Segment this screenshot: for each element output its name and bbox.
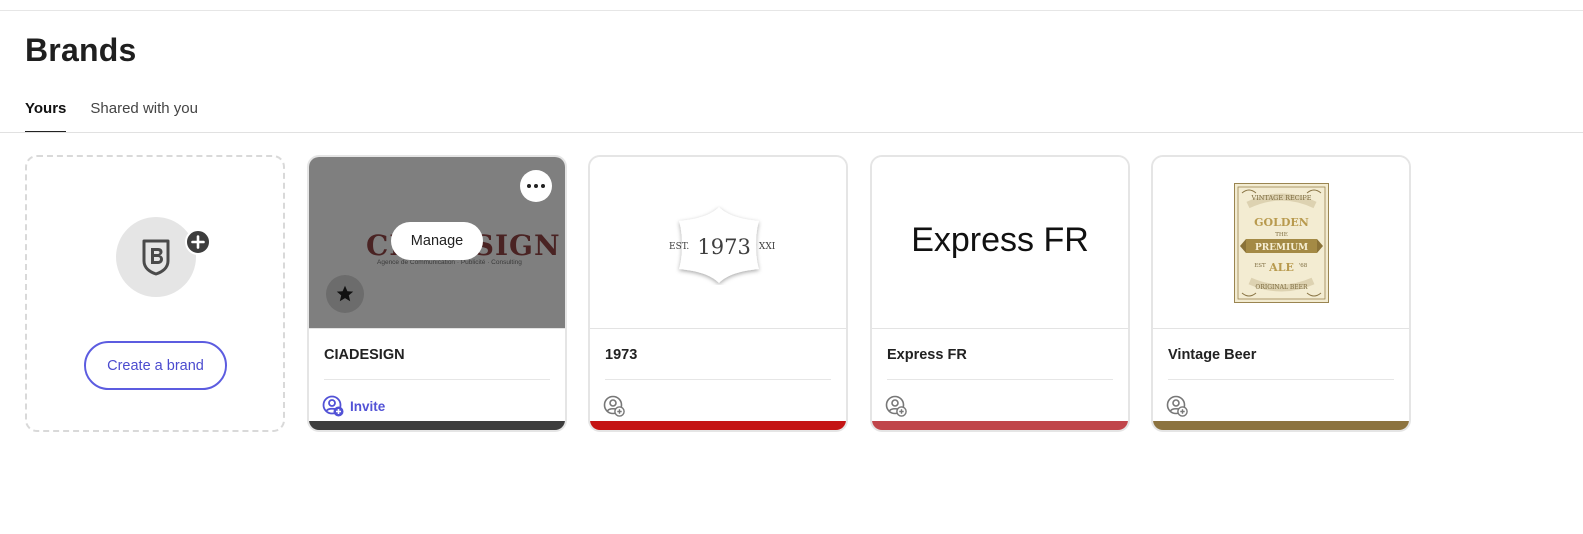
invite-button[interactable]: Invite (322, 395, 385, 417)
brand-color-bar (309, 421, 565, 430)
card-divider (1168, 379, 1394, 380)
brand-card-vintage-beer[interactable]: VINTAGE RECIPE GOLDEN THE PREMIUM EST '6… (1151, 155, 1411, 432)
create-brand-card: Create a brand (25, 155, 285, 432)
svg-text:VINTAGE RECIPE: VINTAGE RECIPE (1251, 194, 1312, 202)
brand-logo-vintage-beer: VINTAGE RECIPE GOLDEN THE PREMIUM EST '6… (1234, 183, 1329, 303)
tab-divider (0, 132, 1583, 133)
invite-button[interactable] (603, 395, 625, 417)
svg-text:ORIGINAL BEER: ORIGINAL BEER (1255, 284, 1308, 291)
svg-text:EST: EST (1254, 263, 1266, 269)
manage-button[interactable]: Manage (391, 222, 483, 260)
more-dot-icon (541, 184, 545, 188)
brand-color-bar (1153, 421, 1409, 430)
brand-logo-text: Express FR (911, 221, 1089, 259)
more-dot-icon (534, 184, 538, 188)
invite-user-icon (603, 395, 625, 417)
favorite-star-button[interactable] (326, 275, 364, 313)
brand-thumbnail[interactable]: Express FR (872, 157, 1128, 329)
top-divider (0, 10, 1583, 11)
brand-name: Express FR (887, 347, 967, 363)
tab-shared-with-you[interactable]: Shared with you (90, 96, 198, 133)
brand-card-1973[interactable]: EST. 1973 XXI 1973 (588, 155, 848, 432)
brand-thumbnail[interactable]: CIADESIGN Agence de Communication · Publ… (309, 157, 565, 329)
invite-label: Invite (350, 398, 386, 414)
brand-name: CIADESIGN (324, 347, 405, 363)
brand-name: Vintage Beer (1168, 347, 1257, 363)
invite-user-icon (1166, 395, 1188, 417)
brand-thumbnail[interactable]: VINTAGE RECIPE GOLDEN THE PREMIUM EST '6… (1153, 157, 1409, 329)
logo-year-label: 1973 (697, 235, 751, 259)
invite-button[interactable] (885, 395, 907, 417)
plus-icon (185, 229, 211, 255)
brand-color-bar (590, 421, 846, 430)
tab-bar: Yours Shared with you (25, 96, 198, 133)
logo-roman-label: XXI (758, 242, 776, 252)
invite-button[interactable] (1166, 395, 1188, 417)
tab-yours[interactable]: Yours (25, 96, 67, 133)
more-dot-icon (527, 184, 531, 188)
brand-thumbnail[interactable]: EST. 1973 XXI (590, 157, 846, 329)
brand-card-ciadesign[interactable]: CIADESIGN Agence de Communication · Publ… (307, 155, 567, 432)
brand-card-express-fr[interactable]: Express FR Express FR (870, 155, 1130, 432)
brand-add-icon (116, 217, 196, 297)
svg-text:'68: '68 (1299, 263, 1308, 269)
invite-user-icon (322, 395, 344, 417)
more-options-button[interactable] (520, 170, 552, 202)
card-divider (887, 379, 1113, 380)
page-title: Brands (25, 32, 137, 68)
brand-name: 1973 (605, 347, 638, 363)
svg-text:THE: THE (1275, 232, 1287, 238)
svg-text:PREMIUM: PREMIUM (1255, 243, 1308, 253)
svg-text:GOLDEN: GOLDEN (1254, 216, 1309, 229)
star-icon (336, 285, 354, 302)
brand-color-bar (872, 421, 1128, 430)
card-divider (605, 379, 831, 380)
svg-text:ALE: ALE (1268, 261, 1294, 274)
create-brand-button[interactable]: Create a brand (84, 341, 227, 390)
card-divider (324, 379, 550, 380)
brand-logo-subtext: Agence de Communication · Publicité · Co… (377, 259, 522, 266)
logo-est-label: EST. (669, 242, 690, 252)
brand-logo-1973: EST. 1973 XXI (669, 205, 775, 285)
invite-user-icon (885, 395, 907, 417)
